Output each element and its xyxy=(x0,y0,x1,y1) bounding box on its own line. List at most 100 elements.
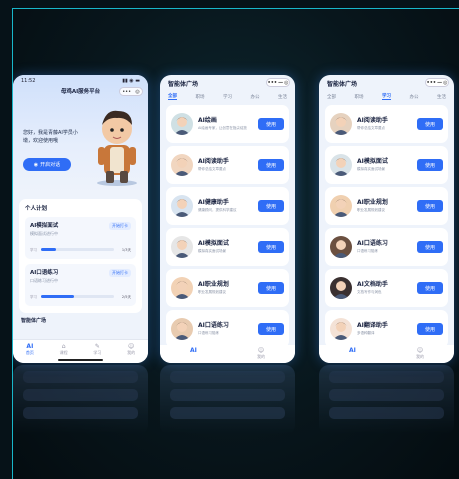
agent-avatar xyxy=(171,113,193,135)
agent-name: AI口语练习 xyxy=(357,240,388,247)
agent-avatar xyxy=(171,154,193,176)
start-chat-button[interactable]: ◉ 开启对话 xyxy=(23,158,71,171)
category-tab[interactable]: 学习 xyxy=(223,94,232,100)
minimize-icon[interactable]: — xyxy=(278,80,283,86)
close-icon[interactable]: ◎ xyxy=(284,80,288,86)
plan-days: 2/5天 xyxy=(121,295,131,299)
use-agent-button[interactable]: 使用 xyxy=(258,323,284,335)
status-time: 11:52 xyxy=(21,78,36,84)
tab-course[interactable]: ⌂ 课程 xyxy=(60,343,68,356)
agent-card[interactable]: AI文档助手 文档写作与润色 使用 xyxy=(325,269,448,307)
use-agent-button[interactable]: 使用 xyxy=(417,159,443,171)
use-agent-button[interactable]: 使用 xyxy=(258,282,284,294)
agent-text: AI健康助手 健康顾问，提供科学建议 xyxy=(198,199,254,213)
checkin-button[interactable]: 开始打卡 xyxy=(109,269,131,277)
pencil-icon: ✎ xyxy=(94,343,100,350)
user-icon: ☺ xyxy=(416,347,424,354)
agent-name: AI文档助手 xyxy=(357,281,388,288)
agent-card[interactable]: AI阅读助手 帮你总结文章要点 使用 xyxy=(166,146,289,184)
use-agent-button[interactable]: 使用 xyxy=(417,241,443,253)
personal-plan-card: 个人计划 AI模拟面试 模拟面试进行中 开始打卡 学习 1/3天 AI口语练习 … xyxy=(19,199,142,313)
use-agent-button[interactable]: 使用 xyxy=(417,200,443,212)
agent-avatar xyxy=(171,277,193,299)
agent-text: AI口语练习 口语练习陪练 xyxy=(198,322,254,336)
agent-name: AI职业规划 xyxy=(357,199,388,206)
agent-name: AI翻译助手 xyxy=(357,322,388,329)
category-tabs: 全部 职场 学习 办公 生活 xyxy=(319,91,454,102)
agent-card[interactable]: AI阅读助手 帮你总结文章要点 使用 xyxy=(325,105,448,143)
plan-sub: 模拟面试进行中 xyxy=(30,231,58,236)
category-tab[interactable]: 全部 xyxy=(168,93,177,100)
more-icon[interactable]: ••• xyxy=(268,80,278,86)
agent-avatar xyxy=(171,195,193,217)
agent-text: AI职业规划 职业发展规划建议 xyxy=(198,281,254,295)
tab-mine[interactable]: ☺ 我的 xyxy=(257,347,265,360)
minimize-icon[interactable]: — xyxy=(437,80,442,86)
use-agent-button[interactable]: 使用 xyxy=(417,118,443,130)
checkin-button[interactable]: 开始打卡 xyxy=(109,222,131,230)
agent-card[interactable]: AI模拟面试 模拟真实面试场景 使用 xyxy=(166,228,289,266)
category-tab[interactable]: 职场 xyxy=(355,94,364,100)
agent-description: 口语练习陪练 xyxy=(198,331,219,335)
category-tab[interactable]: 学习 xyxy=(382,93,391,100)
phone-reflection xyxy=(160,365,295,435)
close-icon[interactable]: ◎ xyxy=(135,89,139,95)
plan-title: 个人计划 xyxy=(25,206,48,212)
agent-card[interactable]: AI口语练习 口语练习陪练 使用 xyxy=(325,228,448,266)
agent-description: 健康顾问，提供科学建议 xyxy=(198,208,237,212)
use-agent-button[interactable]: 使用 xyxy=(258,118,284,130)
agent-name: AI模拟面试 xyxy=(357,158,388,165)
category-tab[interactable]: 全部 xyxy=(327,94,336,100)
agent-avatar xyxy=(330,195,352,217)
tab-mine[interactable]: ☺ 我的 xyxy=(416,347,424,360)
phone-home-screen: 11:52 ▮▮ ◉ ▬ 母鸡AI服务平台 ••• ◎ 您好，我是青藤AI学员小… xyxy=(13,75,148,363)
plaza-section-label: 智能体广场 xyxy=(21,318,47,324)
category-tab[interactable]: 生活 xyxy=(278,94,287,100)
agent-card[interactable]: AI口语练习 口语练习陪练 使用 xyxy=(166,310,289,348)
more-icon[interactable]: ••• xyxy=(122,89,131,95)
tab-label: 学习 xyxy=(93,350,102,355)
category-tab[interactable]: 办公 xyxy=(410,94,419,100)
tab-home[interactable]: AI 首页 xyxy=(26,343,34,356)
tab-mine[interactable]: ☺ 我的 xyxy=(127,343,135,356)
use-agent-button[interactable]: 使用 xyxy=(258,241,284,253)
category-tab[interactable]: 职场 xyxy=(196,94,205,100)
category-tab[interactable]: 办公 xyxy=(251,94,260,100)
phone-agent-plaza-study: 智能体广场 ••• — ◎ 全部 职场 学习 办公 生活 AI阅读助手 帮你总结文章要点使… xyxy=(319,75,454,363)
tab-study[interactable]: ✎ 学习 xyxy=(93,343,101,356)
chat-icon: ◉ xyxy=(33,161,39,168)
agent-card[interactable]: AI职业规划 职业发展规划建议 使用 xyxy=(325,187,448,225)
use-agent-button[interactable]: 使用 xyxy=(417,323,443,335)
greeting-text: 您好，我是青藤AI学员小墩，欢迎使用哦 xyxy=(23,130,78,144)
agent-card[interactable]: AI绘画 AI绘画专家，让创意在指尖绽放 使用 xyxy=(166,105,289,143)
progress-fill xyxy=(41,248,56,251)
tab-ai[interactable]: AI xyxy=(190,347,197,354)
home-icon: ⌂ xyxy=(61,343,66,350)
tab-ai[interactable]: AI xyxy=(349,347,356,354)
bottom-tab-bar: AI 首页 ⌂ 课程 ✎ 学习 ☺ 我的 xyxy=(13,339,148,363)
agent-card[interactable]: AI健康助手 健康顾问，提供科学建议 使用 xyxy=(166,187,289,225)
agent-text: AI模拟面试 模拟真实面试场景 xyxy=(357,158,413,172)
user-icon: ☺ xyxy=(257,347,265,354)
ai-icon: AI xyxy=(349,347,356,354)
use-agent-button[interactable]: 使用 xyxy=(258,159,284,171)
agent-description: 文档写作与润色 xyxy=(357,290,382,294)
agent-card[interactable]: AI职业规划 职业发展规划建议 使用 xyxy=(166,269,289,307)
agent-description: 口语练习陪练 xyxy=(357,249,378,253)
miniapp-capsule[interactable]: ••• — ◎ xyxy=(266,78,290,87)
plan-item-speaking[interactable]: AI口语练习 口语练习进行中 开始打卡 学习 2/5天 xyxy=(25,264,136,306)
phone-agent-plaza-all: 智能体广场 ••• — ◎ 全部 职场 学习 办公 生活 AI绘画 AI绘画专家，让创意在… xyxy=(160,75,295,363)
close-icon[interactable]: ◎ xyxy=(443,80,447,86)
agent-card[interactable]: AI翻译助手 多语种翻译 使用 xyxy=(325,310,448,348)
more-icon[interactable]: ••• xyxy=(427,80,437,86)
miniapp-capsule[interactable]: ••• — ◎ xyxy=(425,78,449,87)
category-tab[interactable]: 生活 xyxy=(437,94,446,100)
miniapp-capsule[interactable]: ••• ◎ xyxy=(119,87,143,96)
ai-icon: AI xyxy=(26,343,34,350)
use-agent-button[interactable]: 使用 xyxy=(258,200,284,212)
plan-item-interview[interactable]: AI模拟面试 模拟面试进行中 开始打卡 学习 1/3天 xyxy=(25,217,136,259)
use-agent-button[interactable]: 使用 xyxy=(417,282,443,294)
agent-card[interactable]: AI模拟面试 模拟真实面试场景 使用 xyxy=(325,146,448,184)
agent-name: AI职业规划 xyxy=(198,281,229,288)
ai-icon: AI xyxy=(190,347,197,354)
